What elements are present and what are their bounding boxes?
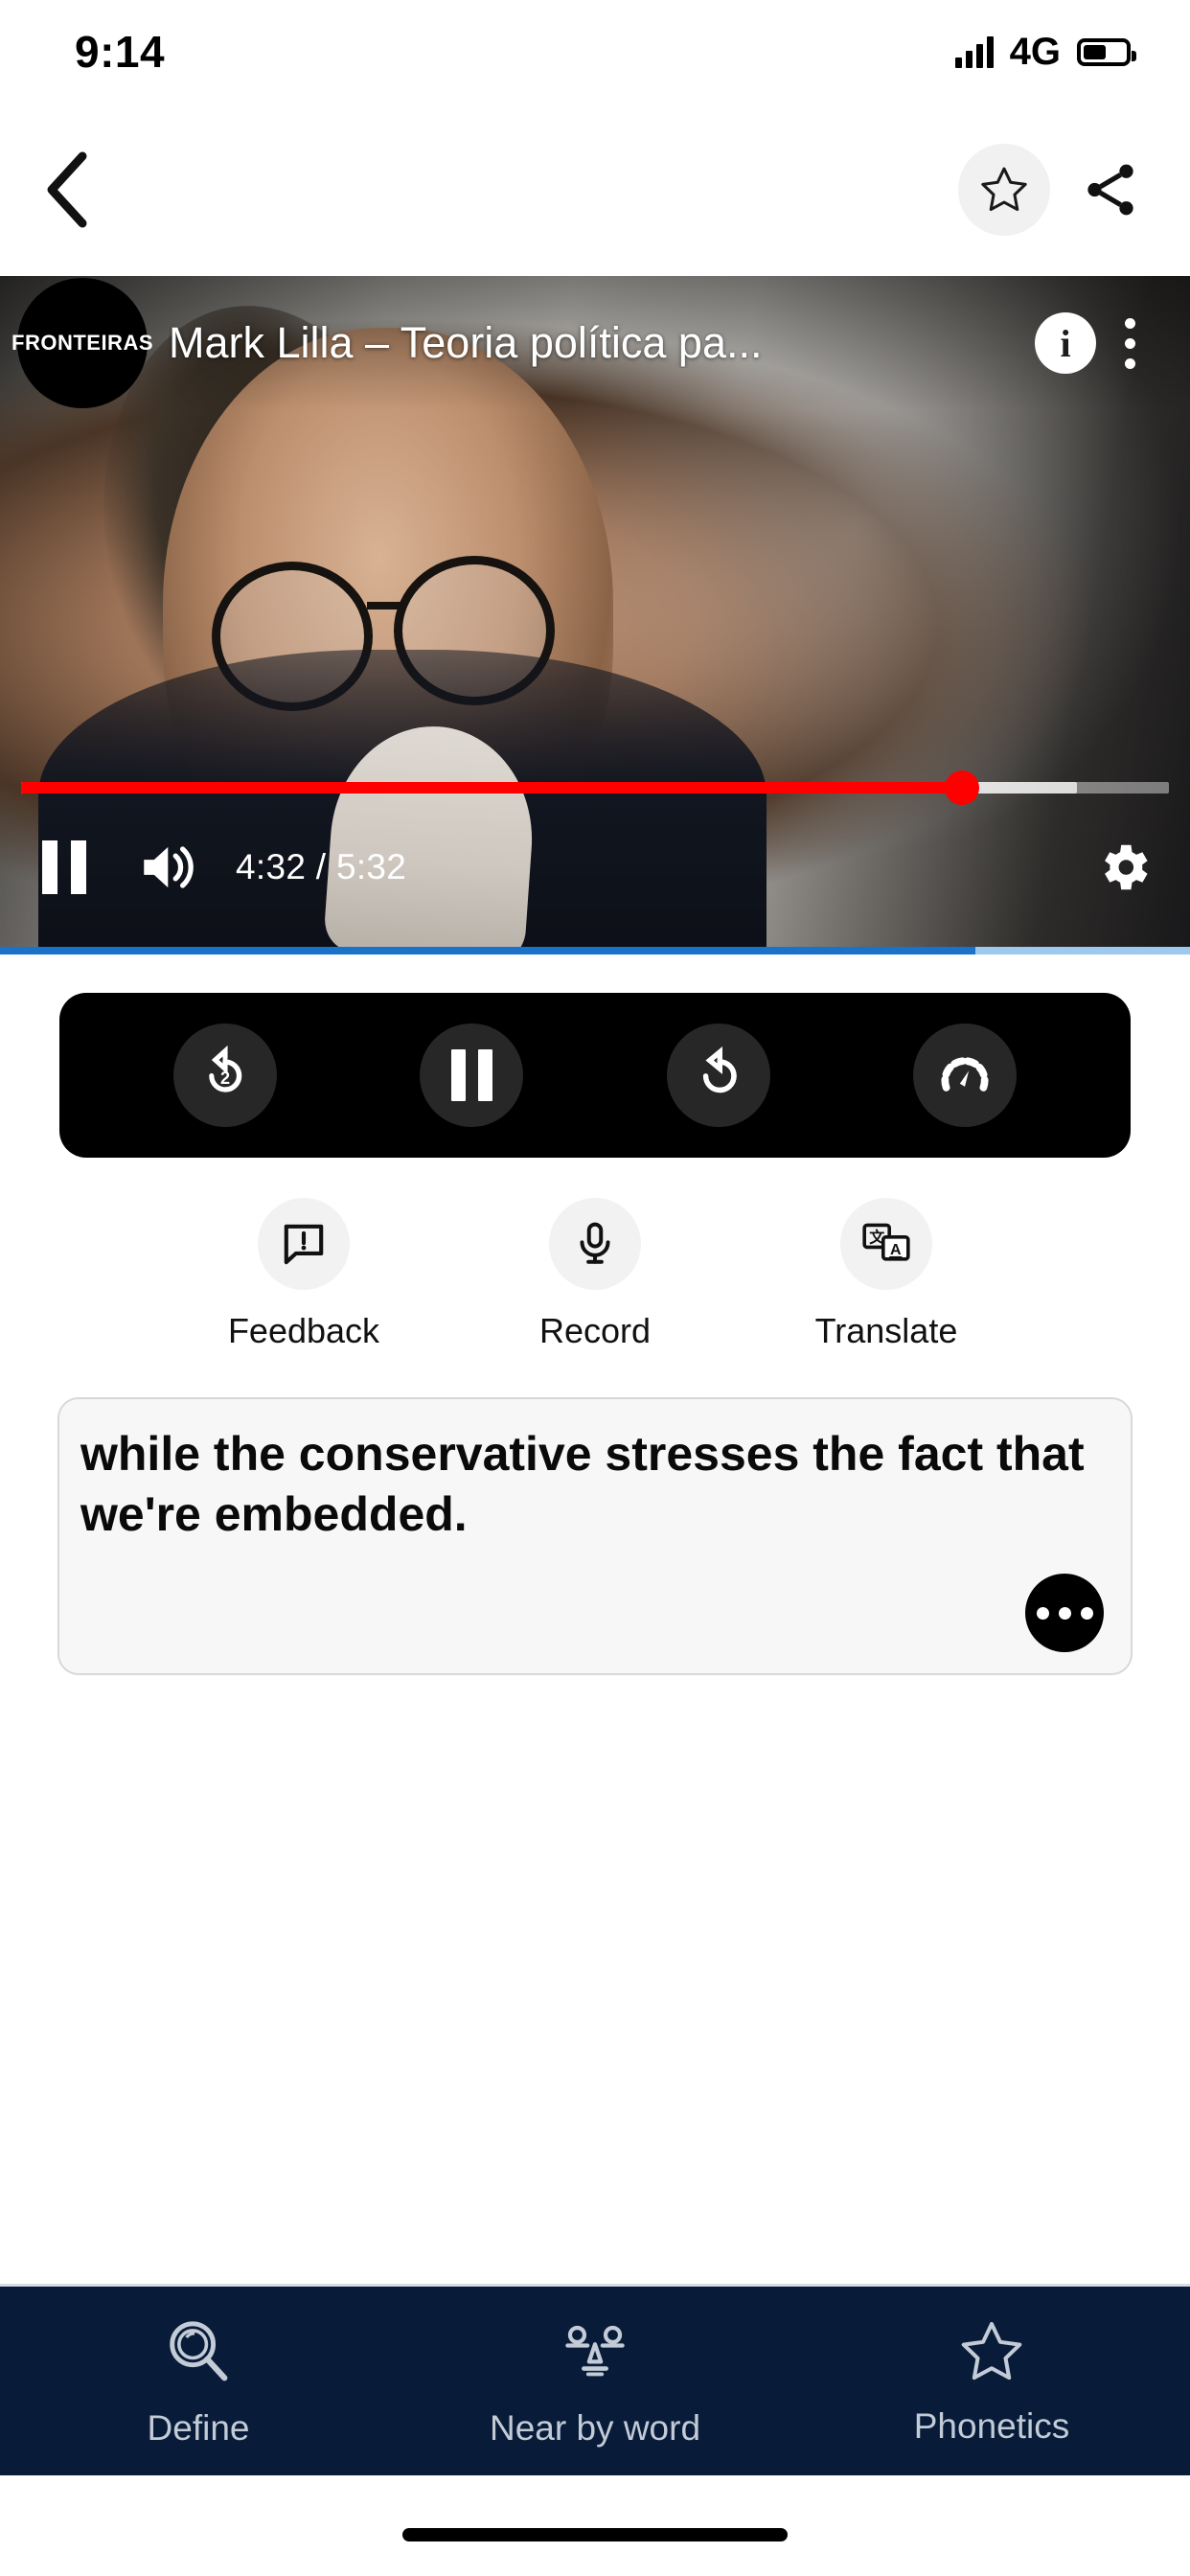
pause-button[interactable]: [420, 1024, 524, 1127]
balance-scale-icon: [565, 2325, 625, 2376]
feedback-icon-wrap: [258, 1198, 350, 1290]
magnifier-icon: [170, 2320, 228, 2380]
share-icon: [1087, 164, 1133, 216]
playback-speed-button[interactable]: [913, 1024, 1018, 1127]
status-indicators: 4G: [954, 30, 1136, 74]
star-outline-icon: [981, 167, 1027, 212]
battery-icon: [1077, 37, 1136, 66]
player-volume-button[interactable]: [136, 840, 197, 895]
record-label: Record: [538, 1311, 652, 1350]
playback-control-panel: 2: [59, 993, 1131, 1158]
record-button[interactable]: Record: [506, 1198, 684, 1351]
replay-2-icon: 2: [208, 1046, 242, 1092]
volume-on-icon: [144, 846, 194, 888]
subtitle-text: while the conservative stresses the fact…: [80, 1427, 1085, 1541]
phonetics-label: Phonetics: [913, 2405, 1070, 2446]
video-title: Mark Lilla – Teoria política pa...: [169, 318, 763, 367]
video-player[interactable]: FRONTEIRAS Mark Lilla – Teoria política …: [0, 276, 1190, 947]
gear-icon: [1105, 844, 1148, 890]
bottom-nav-define[interactable]: Define: [0, 2314, 397, 2449]
video-seek-bar[interactable]: [21, 770, 1169, 805]
player-pause-button[interactable]: [42, 840, 86, 894]
channel-logo-text: FRONTEIRAS: [11, 331, 153, 355]
player-time-display: 4:32 / 5:32: [236, 847, 407, 886]
feedback-bubble-icon: [284, 1224, 324, 1265]
back-chevron-icon: [47, 151, 87, 228]
feedback-label: Feedback: [227, 1311, 380, 1350]
star-outline-icon: [961, 2321, 1022, 2380]
bottom-navigation-bar: Define Near by word Phonetics: [0, 2284, 1190, 2475]
subtitle-card[interactable]: while the conservative stresses the fact…: [57, 1397, 1133, 1675]
bottom-nav-nearby-word[interactable]: Near by word: [397, 2314, 793, 2449]
player-more-button[interactable]: [1096, 317, 1163, 369]
microphone-icon: [580, 1222, 610, 1264]
player-top-overlay: FRONTEIRAS Mark Lilla – Teoria política …: [0, 276, 1190, 410]
share-button[interactable]: [1069, 149, 1152, 231]
bottom-nav-phonetics[interactable]: Phonetics: [793, 2316, 1190, 2447]
rewind-2-seconds-button[interactable]: 2: [172, 1024, 277, 1127]
status-time: 9:14: [75, 27, 166, 77]
translate-icon: 文 A: [862, 1223, 910, 1261]
translate-label: Translate: [814, 1311, 958, 1350]
pause-icon: [450, 1049, 492, 1101]
loop-icon: [702, 1046, 737, 1093]
seek-progress: [21, 782, 963, 794]
favorite-button[interactable]: [958, 144, 1050, 236]
status-bar: 9:14 4G: [0, 0, 1190, 104]
app-screen: 9:14 4G FRONTEIRAS Mark Lilla – Teoria p…: [0, 0, 1190, 2576]
subtitle-more-button[interactable]: [1025, 1574, 1104, 1652]
action-row: Feedback Record 文 A Translate: [0, 1198, 1190, 1351]
network-type-label: 4G: [1009, 30, 1061, 73]
translate-button[interactable]: 文 A Translate: [797, 1198, 975, 1351]
info-button[interactable]: i: [1035, 312, 1096, 374]
record-icon-wrap: [549, 1198, 641, 1290]
repeat-button[interactable]: [666, 1024, 770, 1127]
speedometer-icon: [941, 1057, 989, 1092]
top-navigation-bar: [0, 104, 1190, 276]
svg-text:A: A: [890, 1242, 902, 1258]
info-icon: i: [1060, 321, 1071, 365]
define-label: Define: [147, 2407, 250, 2448]
top-nav-actions: [958, 144, 1152, 236]
player-bottom-controls: 4:32 / 5:32: [0, 824, 1190, 910]
channel-avatar[interactable]: FRONTEIRAS: [11, 278, 153, 408]
page-load-progress-bar: [0, 947, 1190, 954]
player-settings-button[interactable]: [1094, 838, 1154, 897]
home-indicator[interactable]: [402, 2528, 788, 2542]
translate-icon-wrap: 文 A: [840, 1198, 932, 1290]
svg-text:2: 2: [220, 1069, 230, 1088]
load-progress-fill: [0, 947, 976, 954]
nearby-word-label: Near by word: [489, 2407, 701, 2448]
seek-handle[interactable]: [945, 770, 980, 805]
feedback-button[interactable]: Feedback: [215, 1198, 393, 1351]
back-button[interactable]: [34, 147, 102, 233]
signal-bars-icon: [954, 35, 994, 68]
